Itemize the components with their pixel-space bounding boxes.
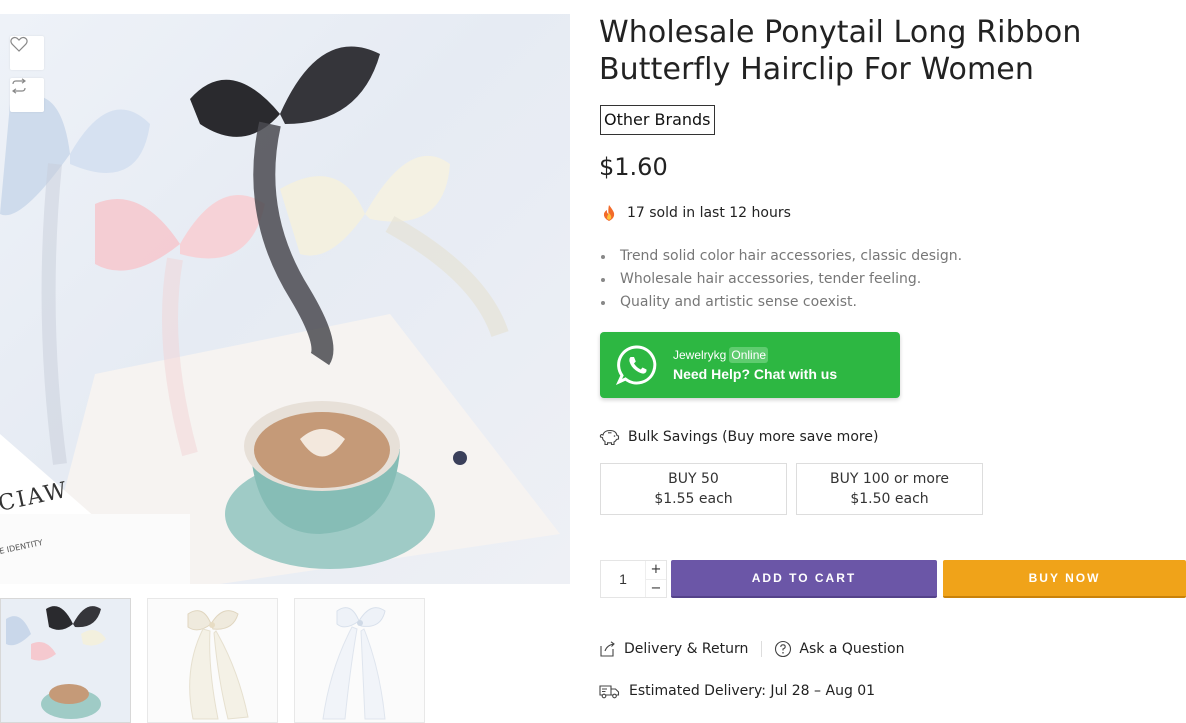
thumbnail-3[interactable] <box>294 598 425 723</box>
heart-icon <box>10 36 28 52</box>
question-icon <box>775 640 792 658</box>
piggy-bank-icon <box>599 428 620 446</box>
quantity-decrease-button[interactable]: − <box>645 579 666 597</box>
compare-icon <box>11 78 27 94</box>
delivery-return-label: Delivery & Return <box>624 641 749 657</box>
delivery-return-link[interactable]: Delivery & Return <box>599 640 748 658</box>
wishlist-button[interactable] <box>10 36 44 70</box>
delivery-return-icon <box>600 641 615 657</box>
tier-quantity: BUY 100 or more <box>829 471 950 487</box>
tier-price: $1.55 each <box>654 491 733 507</box>
whatsapp-chat-button[interactable]: Jewelrykg Online Need Help? Chat with us <box>600 332 900 398</box>
thumbnail-3-image <box>322 607 386 720</box>
tier-price: $1.50 each <box>850 491 929 507</box>
sold-counter: 17 sold in last 12 hours <box>600 204 791 222</box>
quantity-stepper: + − <box>600 560 667 598</box>
links-divider <box>761 641 763 657</box>
whatsapp-cta: Need Help? Chat with us <box>673 365 838 382</box>
estimated-delivery-text: Estimated Delivery: Jul 28 – Aug 01 <box>629 683 876 699</box>
thumbnail-1[interactable] <box>0 598 131 723</box>
product-links: Delivery & Return Ask a Question <box>599 640 904 658</box>
bulk-savings-heading: Bulk Savings (Buy more save more) <box>599 428 878 446</box>
buy-now-button[interactable]: BUY NOW <box>943 560 1186 598</box>
feature-item: Trend solid color hair accessories, clas… <box>600 245 962 268</box>
whatsapp-icon <box>616 345 657 386</box>
feature-item: Quality and artistic sense coexist. <box>600 291 962 314</box>
bulk-tier-50[interactable]: BUY 50 $1.55 each <box>600 463 787 515</box>
truck-icon <box>599 685 620 699</box>
tier-quantity: BUY 50 <box>668 471 719 487</box>
feature-list: Trend solid color hair accessories, clas… <box>600 245 962 314</box>
thumbnail-1-image <box>6 606 106 719</box>
product-title: Wholesale Ponytail Long Ribbon Butterfly… <box>599 15 1082 87</box>
compare-button[interactable] <box>10 78 44 112</box>
bulk-savings-title: Bulk Savings (Buy more save more) <box>628 429 879 445</box>
online-status-badge: Online <box>729 346 769 363</box>
whatsapp-agent-name: Jewelrykg <box>673 347 727 362</box>
quantity-input[interactable] <box>601 561 645 597</box>
brand-badge[interactable]: Other Brands <box>600 105 715 135</box>
feature-item: Wholesale hair accessories, tender feeli… <box>600 268 962 291</box>
product-main-image[interactable]: CIAW E IDENTITY <box>0 14 570 584</box>
thumbnail-2-image <box>187 610 249 720</box>
fire-icon <box>600 204 618 222</box>
product-photo: CIAW E IDENTITY <box>0 46 560 584</box>
quantity-increase-button[interactable]: + <box>645 561 666 580</box>
ask-question-link[interactable]: Ask a Question <box>774 640 904 658</box>
add-to-cart-button[interactable]: ADD TO CART <box>671 560 937 598</box>
estimated-delivery: Estimated Delivery: Jul 28 – Aug 01 <box>599 683 875 699</box>
thumbnail-2[interactable] <box>147 598 278 723</box>
sold-text: 17 sold in last 12 hours <box>627 205 791 221</box>
product-price: $1.60 <box>599 153 668 181</box>
ask-question-label: Ask a Question <box>799 641 905 657</box>
bulk-tier-100[interactable]: BUY 100 or more $1.50 each <box>796 463 983 515</box>
